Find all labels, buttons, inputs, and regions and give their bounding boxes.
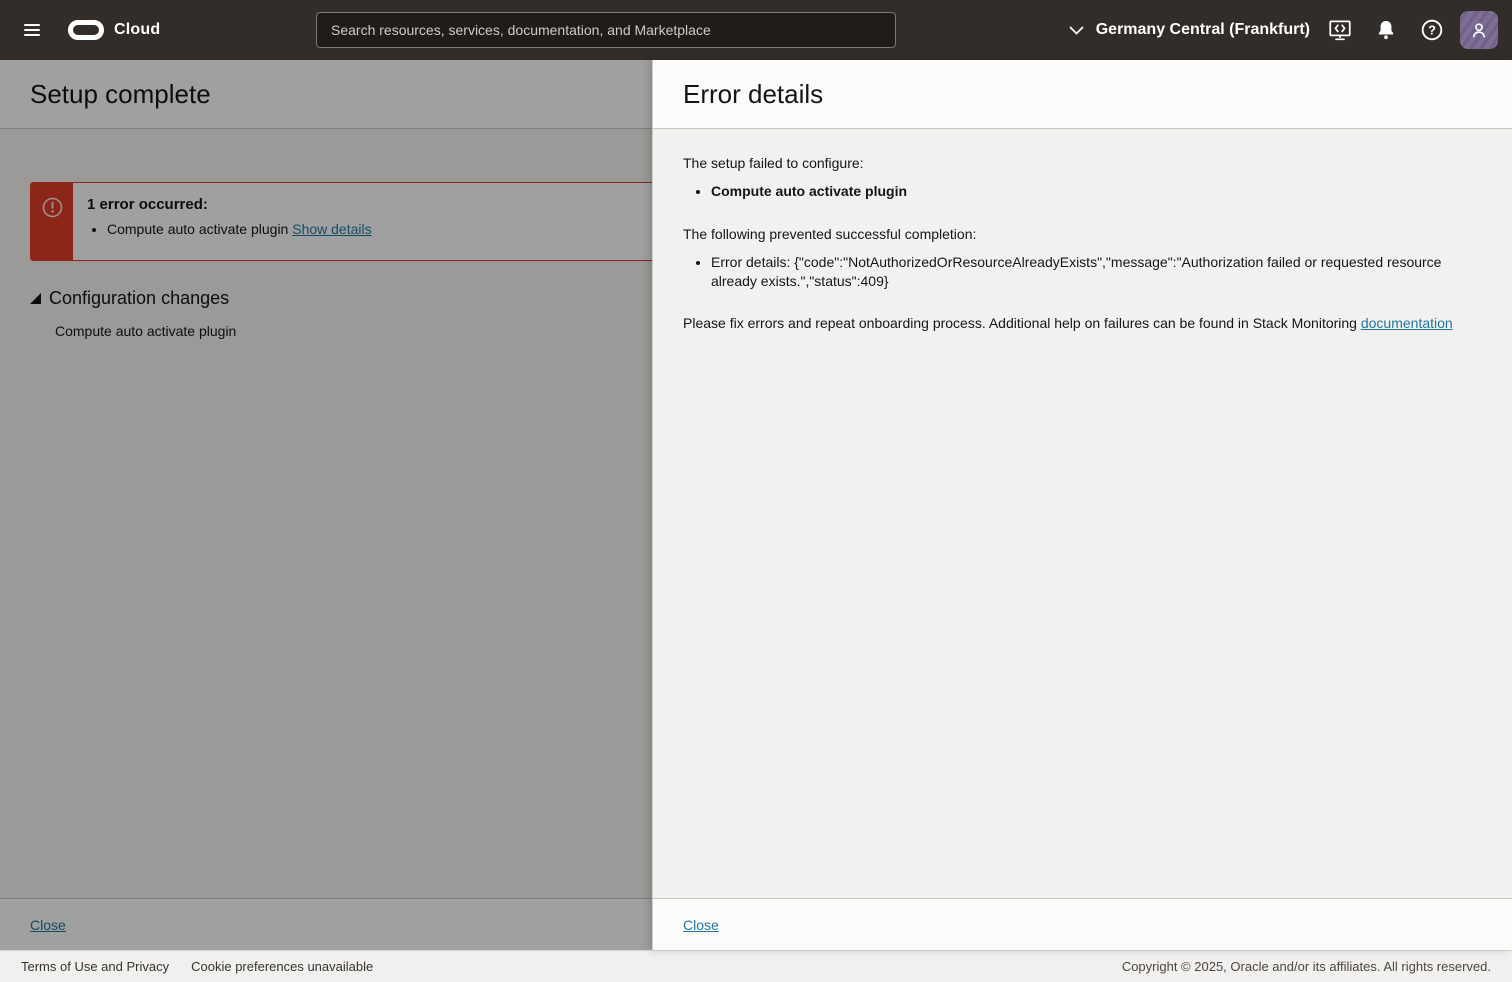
prevented-completion-text: The following prevented successful compl… xyxy=(683,225,1482,244)
error-details-body: The setup failed to configure: Compute a… xyxy=(653,129,1512,898)
close-link-right[interactable]: Close xyxy=(683,917,719,933)
brand[interactable]: Cloud xyxy=(68,20,160,40)
search-input[interactable] xyxy=(316,12,896,48)
hamburger-menu-icon[interactable] xyxy=(20,18,44,42)
topbar: Cloud Germany Central (Frankfurt) xyxy=(0,0,1512,60)
user-menu-button[interactable] xyxy=(1460,11,1498,49)
error-details-title: Error details xyxy=(683,79,823,110)
error-details-panel: Error details The setup failed to config… xyxy=(652,60,1512,950)
topbar-right: Germany Central (Frankfurt) ? xyxy=(1065,10,1498,50)
error-details-footer: Close xyxy=(653,898,1512,950)
oracle-logo-icon xyxy=(68,20,104,40)
copyright-text: Copyright © 2025, Oracle and/or its affi… xyxy=(1122,959,1491,974)
region-selector[interactable]: Germany Central (Frankfurt) xyxy=(1065,15,1314,45)
documentation-link[interactable]: documentation xyxy=(1361,315,1453,331)
fix-errors-text: Please fix errors and repeat onboarding … xyxy=(683,314,1482,333)
failed-to-configure-text: The setup failed to configure: xyxy=(683,154,1482,173)
global-search xyxy=(316,12,896,48)
terms-of-use-link[interactable]: Terms of Use and Privacy xyxy=(21,959,169,974)
notifications-button[interactable] xyxy=(1366,10,1406,50)
cloud-shell-button[interactable] xyxy=(1320,10,1360,50)
cookie-preferences-text: Cookie preferences unavailable xyxy=(191,959,373,974)
failed-plugin-item: Compute auto activate plugin xyxy=(711,182,1471,201)
bell-icon xyxy=(1374,18,1398,42)
error-details-header: Error details xyxy=(653,60,1512,129)
svg-text:?: ? xyxy=(1428,24,1436,38)
display-code-icon xyxy=(1327,17,1353,43)
region-label: Germany Central (Frankfurt) xyxy=(1096,21,1310,39)
brand-label: Cloud xyxy=(114,21,160,39)
workspace: Setup complete 1 error occurred: Compute… xyxy=(0,60,1512,950)
chevron-down-icon xyxy=(1069,26,1084,35)
page-footer: Terms of Use and Privacy Cookie preferen… xyxy=(0,950,1512,982)
person-icon xyxy=(1467,18,1491,42)
help-button[interactable]: ? xyxy=(1412,10,1452,50)
question-circle-icon: ? xyxy=(1419,17,1445,43)
error-details-item: Error details: {"code":"NotAuthorizedOrR… xyxy=(711,253,1471,291)
